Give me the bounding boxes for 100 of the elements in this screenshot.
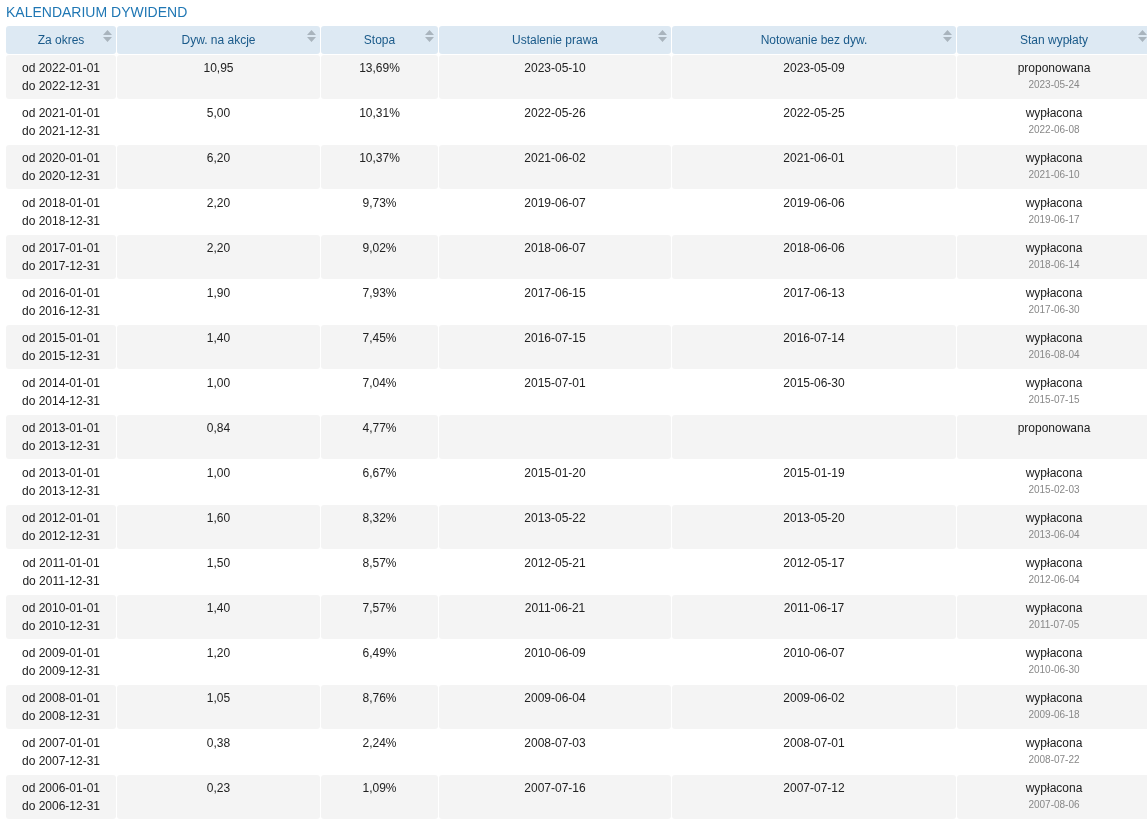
payout-status: wypłacona: [1024, 735, 1084, 752]
period-cell: od 2012-01-01 do 2012-12-31: [6, 505, 116, 549]
payout-status: wypłacona: [1024, 285, 1084, 302]
table-cell: 1,09%: [321, 775, 438, 819]
period-cell-text: od 2007-01-01 do 2007-12-31: [20, 735, 102, 770]
table-cell-text: 2017-06-13: [782, 285, 846, 302]
table-cell: 2013-05-20: [672, 505, 956, 549]
table-cell-text: 6,49%: [361, 645, 398, 662]
period-cell: od 2015-01-01 do 2015-12-31: [6, 325, 116, 369]
table-cell-text: 2015-01-20: [523, 465, 587, 482]
payout-status: wypłacona: [1024, 690, 1084, 707]
payout-status: wypłacona: [1024, 330, 1084, 347]
sort-icon: [1138, 30, 1147, 42]
table-cell: 2021-06-02: [439, 145, 671, 189]
table-cell: 2011-06-17: [672, 595, 956, 639]
table-cell: 1,40: [117, 325, 320, 369]
payment-date: 2015-07-15: [1027, 393, 1081, 407]
payout-status: wypłacona: [1024, 555, 1084, 572]
payment-date: 2008-07-22: [1027, 753, 1081, 767]
table-cell: 1,05: [117, 685, 320, 729]
period-cell: od 2013-01-01 do 2013-12-31: [6, 415, 116, 459]
table-cell-text: 2008-07-01: [782, 735, 846, 752]
column-header[interactable]: Stan wypłaty: [957, 26, 1147, 54]
column-header[interactable]: Dyw. na akcje: [117, 26, 320, 54]
payout-status: wypłacona: [1024, 105, 1084, 122]
table-cell: 2007-07-12: [672, 775, 956, 819]
table-cell: 10,37%: [321, 145, 438, 189]
table-cell-text: 1,20: [205, 645, 232, 662]
table-cell: 2018-06-06: [672, 235, 956, 279]
sort-icon: [103, 30, 112, 42]
payout-status: wypłacona: [1024, 600, 1084, 617]
period-cell: od 2020-01-01 do 2020-12-31: [6, 145, 116, 189]
table-cell: 2007-07-16: [439, 775, 671, 819]
payment-date: 2010-06-30: [1027, 663, 1081, 677]
period-cell-text: od 2011-01-01 do 2011-12-31: [21, 555, 101, 590]
table-cell-text: 2010-06-07: [782, 645, 846, 662]
payout-status: wypłacona: [1024, 510, 1084, 527]
table-cell-text: 7,04%: [361, 375, 398, 392]
table-cell-text: 2015-07-01: [523, 375, 587, 392]
table-cell-text: 2008-07-03: [523, 735, 587, 752]
table-cell: 2016-07-14: [672, 325, 956, 369]
table-cell-text: 8,57%: [361, 555, 398, 572]
column-header[interactable]: Notowanie bez dyw.: [672, 26, 956, 54]
period-cell-text: od 2016-01-01 do 2016-12-31: [20, 285, 102, 320]
table-cell-text: 2015-06-30: [782, 375, 846, 392]
payout-status: wypłacona: [1024, 780, 1084, 797]
payment-date: 2023-05-24: [1027, 78, 1081, 92]
table-cell-text: 10,31%: [358, 105, 401, 122]
table-cell-text: 1,90: [205, 285, 232, 302]
table-cell: 2018-06-07: [439, 235, 671, 279]
table-cell-text: 1,00: [205, 375, 232, 392]
payment-date: 2021-06-10: [1027, 168, 1081, 182]
table-cell: 6,20: [117, 145, 320, 189]
table-cell: 1,40: [117, 595, 320, 639]
payment-date: 2018-06-14: [1027, 258, 1081, 272]
payment-date: 2009-06-18: [1027, 708, 1081, 722]
column-header[interactable]: Ustalenie prawa: [439, 26, 671, 54]
period-cell: od 2010-01-01 do 2010-12-31: [6, 595, 116, 639]
period-cell-text: od 2009-01-01 do 2009-12-31: [20, 645, 102, 680]
sort-icon: [658, 30, 667, 42]
table-cell: 13,69%: [321, 55, 438, 99]
table-cell: 2,20: [117, 235, 320, 279]
table-cell: 2009-06-02: [672, 685, 956, 729]
payment-date: 2019-06-17: [1027, 213, 1081, 227]
table-cell: 2021-06-01: [672, 145, 956, 189]
table-cell-text: 2015-01-19: [782, 465, 846, 482]
table-cell-text: 5,00: [205, 105, 232, 122]
table-cell: 7,57%: [321, 595, 438, 639]
table-cell-text: 2012-05-17: [782, 555, 846, 572]
column-header[interactable]: Za okres: [6, 26, 116, 54]
table-cell-text: 2019-06-07: [523, 195, 587, 212]
table-cell: 9,02%: [321, 235, 438, 279]
table-cell: 2011-06-21: [439, 595, 671, 639]
table-cell: 0,23: [117, 775, 320, 819]
table-cell: 4,77%: [321, 415, 438, 459]
payment-date: 2012-06-04: [1027, 573, 1081, 587]
sort-icon: [307, 30, 316, 42]
table-cell: 8,32%: [321, 505, 438, 549]
table-cell: 0,84: [117, 415, 320, 459]
column-header[interactable]: Stopa: [321, 26, 438, 54]
period-cell: od 2006-01-01 do 2006-12-31: [6, 775, 116, 819]
table-cell: 2013-05-22: [439, 505, 671, 549]
table-cell-text: 6,67%: [361, 465, 398, 482]
period-cell-text: od 2021-01-01 do 2021-12-31: [20, 105, 102, 140]
table-cell-text: 1,00: [205, 465, 232, 482]
table-cell: 8,76%: [321, 685, 438, 729]
table-cell-text: 2022-05-26: [523, 105, 587, 122]
payment-date: 2011-07-05: [1027, 618, 1081, 632]
table-cell-text: 2,24%: [361, 735, 398, 752]
payment-date: 2007-08-06: [1027, 798, 1081, 812]
payout-status: wypłacona: [1024, 195, 1084, 212]
table-cell-text: 0,38: [205, 735, 232, 752]
table-cell: 2023-05-09: [672, 55, 956, 99]
payment-date: 2022-06-08: [1027, 123, 1081, 137]
payment-date: 2016-08-04: [1027, 348, 1081, 362]
period-cell: od 2008-01-01 do 2008-12-31: [6, 685, 116, 729]
table-cell: 10,95: [117, 55, 320, 99]
period-cell: od 2022-01-01 do 2022-12-31: [6, 55, 116, 99]
payment-date: 2017-06-30: [1027, 303, 1081, 317]
period-cell-text: od 2018-01-01 do 2018-12-31: [20, 195, 102, 230]
